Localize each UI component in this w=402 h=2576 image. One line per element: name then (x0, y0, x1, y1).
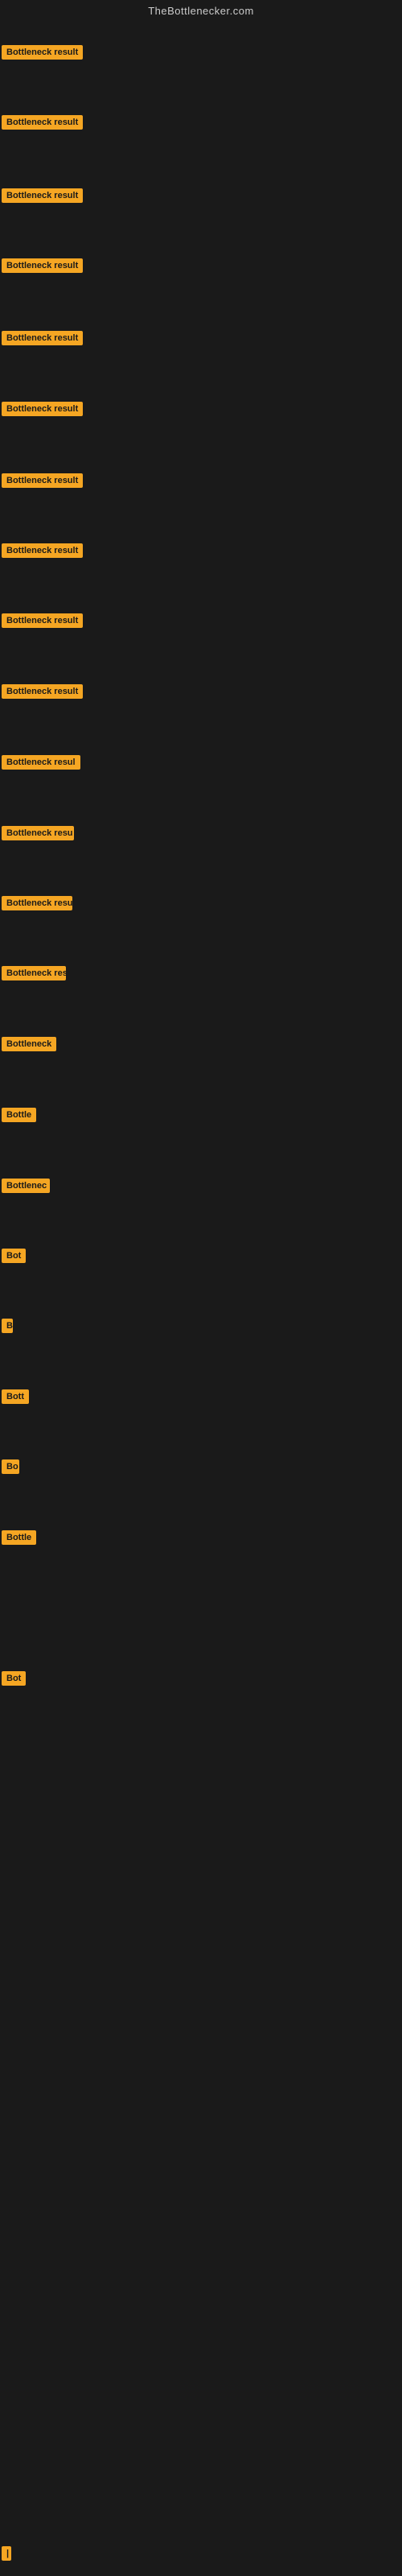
bottleneck-row-21: Bo (2, 1459, 19, 1478)
bottleneck-row-20: Bott (2, 1389, 29, 1408)
bottleneck-badge[interactable]: Bot (2, 1249, 26, 1263)
bottleneck-badge[interactable]: Bot (2, 1671, 26, 1686)
bottleneck-badge[interactable]: | (2, 2546, 11, 2561)
bottleneck-row-8: Bottleneck result (2, 543, 83, 562)
bottleneck-row-7: Bottleneck result (2, 473, 83, 492)
bottleneck-badge[interactable]: Bottleneck result (2, 543, 83, 558)
bottleneck-badge[interactable]: Bottlenec (2, 1179, 50, 1193)
bottleneck-row-19: B (2, 1319, 13, 1337)
bottleneck-badge[interactable]: Bottleneck resul (2, 755, 80, 770)
bottleneck-badge[interactable]: Bottleneck resu (2, 896, 72, 910)
bottleneck-row-15: Bottleneck (2, 1037, 56, 1055)
bottleneck-badge[interactable]: Bott (2, 1389, 29, 1404)
bottleneck-badge[interactable]: Bottleneck result (2, 402, 83, 416)
bottleneck-badge[interactable]: Bottleneck (2, 1037, 56, 1051)
bottleneck-row-14: Bottleneck res (2, 966, 66, 985)
bottleneck-row-2: Bottleneck result (2, 115, 83, 134)
bottleneck-row-9: Bottleneck result (2, 613, 83, 632)
bottleneck-row-18: Bot (2, 1249, 26, 1267)
bottleneck-row-16: Bottle (2, 1108, 36, 1126)
bottleneck-badge[interactable]: Bottleneck result (2, 115, 83, 130)
bottleneck-row-10: Bottleneck result (2, 684, 83, 703)
bottleneck-badge[interactable]: Bottleneck result (2, 684, 83, 699)
bottleneck-row-11: Bottleneck resul (2, 755, 80, 774)
bottleneck-row-13: Bottleneck resu (2, 896, 72, 914)
bottleneck-badge[interactable]: Bo (2, 1459, 19, 1474)
bottleneck-badge[interactable]: Bottleneck resu (2, 826, 74, 840)
bottleneck-row-24: | (2, 2546, 11, 2565)
bottleneck-badge[interactable]: Bottleneck result (2, 258, 83, 273)
bottleneck-row-23: Bot (2, 1671, 26, 1690)
bottleneck-row-12: Bottleneck resu (2, 826, 74, 844)
bottleneck-badge[interactable]: Bottleneck result (2, 188, 83, 203)
bottleneck-row-22: Bottle (2, 1530, 36, 1549)
bottleneck-row-5: Bottleneck result (2, 331, 83, 349)
bottleneck-badge[interactable]: Bottleneck result (2, 45, 83, 60)
bottleneck-row-1: Bottleneck result (2, 45, 83, 64)
bottleneck-badge[interactable]: Bottleneck result (2, 331, 83, 345)
bottleneck-row-6: Bottleneck result (2, 402, 83, 420)
bottleneck-row-17: Bottlenec (2, 1179, 50, 1197)
bottleneck-badge[interactable]: Bottle (2, 1108, 36, 1122)
bottleneck-row-3: Bottleneck result (2, 188, 83, 207)
bottleneck-row-4: Bottleneck result (2, 258, 83, 277)
bottleneck-badge[interactable]: Bottleneck result (2, 473, 83, 488)
bottleneck-badge[interactable]: Bottleneck result (2, 613, 83, 628)
site-title: TheBottlenecker.com (0, 0, 402, 20)
bottleneck-badge[interactable]: B (2, 1319, 13, 1333)
bottleneck-badge[interactable]: Bottle (2, 1530, 36, 1545)
page-wrapper: TheBottlenecker.com Bottleneck result Bot… (0, 0, 402, 2576)
bottleneck-badge[interactable]: Bottleneck res (2, 966, 66, 980)
